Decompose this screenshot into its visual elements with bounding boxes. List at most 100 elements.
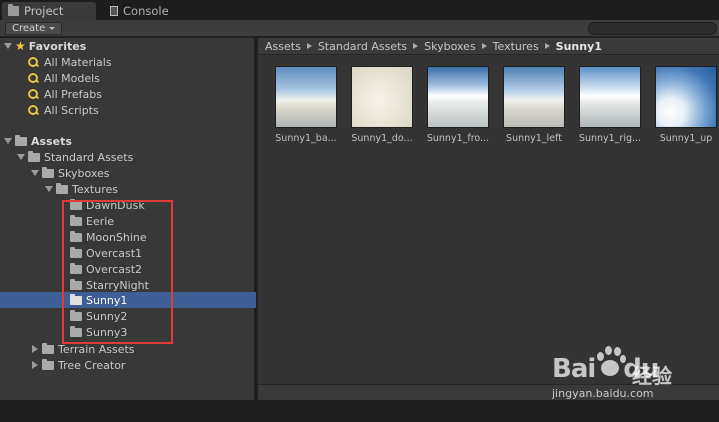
tree-item-dawndusk[interactable]: DawnDusk bbox=[0, 197, 256, 213]
folder-icon bbox=[70, 230, 82, 242]
texture-label: Sunny1_do... bbox=[351, 133, 413, 144]
folder-icon bbox=[70, 198, 82, 210]
tree-item-label: DawnDusk bbox=[86, 198, 145, 212]
folder-tree-panel[interactable]: ★ Favorites All Materials All Models All… bbox=[0, 38, 256, 400]
tree-item-label: Textures bbox=[72, 182, 118, 196]
tree-item-label: Sunny3 bbox=[86, 325, 128, 339]
texture-thumbnail-down[interactable] bbox=[351, 66, 413, 128]
folder-icon bbox=[70, 214, 82, 226]
texture-thumbnail-up[interactable] bbox=[655, 66, 717, 128]
texture-thumbnail-right[interactable] bbox=[579, 66, 641, 128]
breadcrumb: Assets Standard Assets Skyboxes Textures… bbox=[258, 38, 719, 55]
tree-item-sunny3[interactable]: Sunny3 bbox=[0, 324, 256, 340]
console-icon bbox=[110, 6, 118, 16]
breadcrumb-separator-icon bbox=[544, 43, 550, 49]
texture-thumbnail-front[interactable] bbox=[427, 66, 489, 128]
tab-console[interactable]: Console bbox=[104, 2, 184, 20]
expand-arrow-icon[interactable] bbox=[45, 186, 53, 192]
texture-thumbnail-left[interactable] bbox=[503, 66, 565, 128]
tree-item-label: Sunny2 bbox=[86, 309, 128, 323]
folder-icon bbox=[70, 325, 82, 337]
tree-item-label: StarryNight bbox=[86, 278, 149, 292]
breadcrumb-item-assets[interactable]: Assets bbox=[265, 40, 301, 53]
tab-console-label: Console bbox=[123, 4, 169, 18]
tree-item-label: Eerie bbox=[86, 214, 115, 228]
create-button[interactable]: Create bbox=[5, 22, 63, 35]
expand-arrow-icon[interactable] bbox=[4, 43, 12, 49]
expand-arrow-icon[interactable] bbox=[17, 154, 25, 160]
project-toolbar: Create bbox=[0, 20, 719, 37]
folder-icon bbox=[70, 293, 82, 305]
tree-item-standard-assets[interactable]: Standard Assets bbox=[0, 149, 256, 165]
tree-item-starrynight[interactable]: StarryNight bbox=[0, 277, 256, 293]
star-icon: ★ bbox=[15, 39, 26, 53]
tree-item-label: MoonShine bbox=[86, 230, 147, 244]
folder-icon bbox=[70, 309, 82, 321]
tree-item-overcast2[interactable]: Overcast2 bbox=[0, 261, 256, 277]
tree-item-sunny2[interactable]: Sunny2 bbox=[0, 308, 256, 324]
breadcrumb-item-standard-assets[interactable]: Standard Assets bbox=[318, 40, 407, 53]
tree-item-all-scripts[interactable]: All Scripts bbox=[0, 102, 256, 118]
tree-item-moonshine[interactable]: MoonShine bbox=[0, 229, 256, 245]
search-input[interactable] bbox=[588, 22, 717, 35]
tree-item-label: All Models bbox=[44, 71, 100, 85]
tree-item-label: Overcast1 bbox=[86, 246, 143, 260]
breadcrumb-item-sunny1[interactable]: Sunny1 bbox=[556, 40, 602, 53]
tree-item-tree-creator[interactable]: Tree Creator bbox=[0, 357, 256, 373]
texture-label: Sunny1_rig... bbox=[578, 133, 642, 144]
folder-icon bbox=[8, 4, 19, 16]
tree-item-label: All Prefabs bbox=[44, 87, 102, 101]
tree-item-all-models[interactable]: All Models bbox=[0, 70, 256, 86]
texture-label: Sunny1_up bbox=[659, 133, 713, 144]
texture-label: Sunny1_ba... bbox=[275, 133, 337, 144]
folder-icon bbox=[42, 358, 54, 370]
tree-item-label: Overcast2 bbox=[86, 262, 143, 276]
expand-arrow-icon[interactable] bbox=[31, 170, 39, 176]
breadcrumb-separator-icon bbox=[306, 43, 312, 49]
collapse-arrow-icon[interactable] bbox=[32, 345, 38, 353]
tree-item-label: Favorites bbox=[28, 39, 87, 53]
folder-icon bbox=[42, 166, 54, 178]
tree-item-overcast1[interactable]: Overcast1 bbox=[0, 245, 256, 261]
folder-icon bbox=[56, 182, 68, 194]
window-tab-bar: Project Console bbox=[0, 0, 719, 20]
folder-icon bbox=[70, 246, 82, 258]
tree-item-all-materials[interactable]: All Materials bbox=[0, 54, 256, 70]
create-button-label: Create bbox=[12, 23, 46, 34]
tree-item-label: Assets bbox=[31, 134, 72, 148]
tree-item-label: All Scripts bbox=[44, 103, 99, 117]
tree-item-sunny1[interactable]: Sunny1 bbox=[0, 292, 256, 308]
tree-item-label: Tree Creator bbox=[58, 358, 126, 372]
tree-item-eerie[interactable]: Eerie bbox=[0, 213, 256, 229]
breadcrumb-item-textures[interactable]: Textures bbox=[493, 40, 539, 53]
folder-icon bbox=[70, 262, 82, 274]
tree-item-label: All Materials bbox=[44, 55, 112, 69]
breadcrumb-separator-icon bbox=[481, 43, 487, 49]
tree-item-label: Sunny1 bbox=[86, 293, 128, 307]
breadcrumb-item-skyboxes[interactable]: Skyboxes bbox=[424, 40, 476, 53]
collapse-arrow-icon[interactable] bbox=[32, 361, 38, 369]
tree-item-textures[interactable]: Textures bbox=[0, 181, 256, 197]
asset-content-panel[interactable]: Assets Standard Assets Skyboxes Textures… bbox=[258, 38, 719, 400]
expand-arrow-icon[interactable] bbox=[4, 138, 12, 144]
horizontal-scrollbar[interactable] bbox=[258, 384, 719, 400]
tree-item-assets[interactable]: Assets bbox=[0, 133, 256, 149]
tree-item-all-prefabs[interactable]: All Prefabs bbox=[0, 86, 256, 102]
tree-item-label: Standard Assets bbox=[44, 150, 134, 164]
texture-label: Sunny1_fro... bbox=[426, 133, 490, 144]
tree-item-skyboxes[interactable]: Skyboxes bbox=[0, 165, 256, 181]
breadcrumb-separator-icon bbox=[413, 43, 419, 49]
tab-project[interactable]: Project bbox=[2, 2, 96, 20]
tab-project-label: Project bbox=[24, 4, 64, 18]
chevron-down-icon bbox=[49, 27, 56, 30]
search-filter-icon bbox=[28, 56, 39, 68]
folder-icon bbox=[28, 150, 40, 162]
tree-item-terrain-assets[interactable]: Terrain Assets bbox=[0, 341, 256, 357]
search-filter-icon bbox=[28, 72, 39, 84]
folder-icon bbox=[15, 134, 27, 146]
search-filter-icon bbox=[28, 104, 39, 116]
tree-item-favorites[interactable]: ★ Favorites bbox=[0, 38, 256, 54]
texture-thumbnail-back[interactable] bbox=[275, 66, 337, 128]
texture-label: Sunny1_left bbox=[506, 133, 562, 144]
tree-item-label: Terrain Assets bbox=[58, 342, 135, 356]
